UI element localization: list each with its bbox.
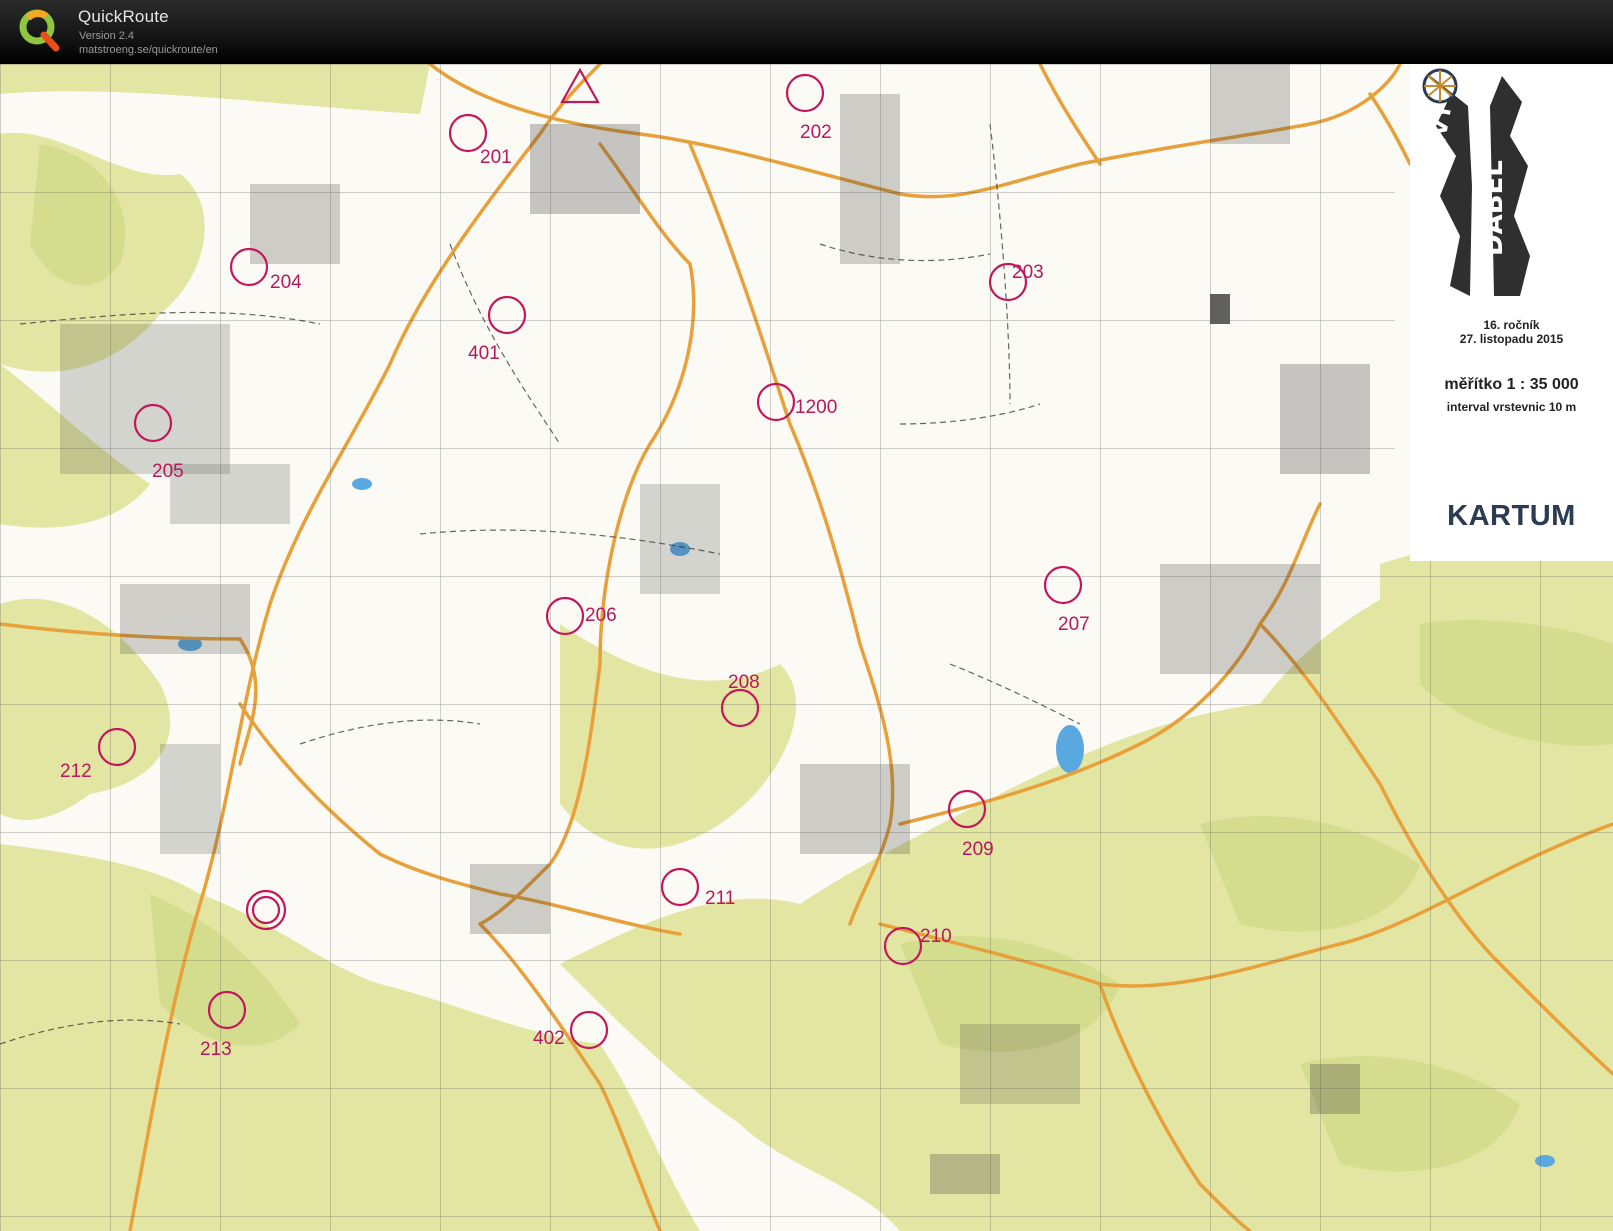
kartum-globe-icon xyxy=(1422,68,1458,104)
control-label-202: 202 xyxy=(800,122,832,143)
control-label-201: 201 xyxy=(480,147,512,168)
app-title-bar: QuickRoute Version 2.4 matstroeng.se/qui… xyxy=(0,0,1613,64)
contour-interval: interval vrstevnic 10 m xyxy=(1446,400,1577,414)
app-version: Version 2.4 xyxy=(79,30,135,42)
quickroute-logo-icon xyxy=(19,9,60,52)
control-label-209: 209 xyxy=(962,839,994,860)
map-legend: MRAZIVÝ ĎÁBEL 16. ročník 27. listopadu 2… xyxy=(1410,66,1613,561)
control-label-204: 204 xyxy=(270,272,302,293)
control-label-401: 401 xyxy=(468,343,500,364)
map-grid-lower xyxy=(1395,534,1613,1231)
control-label-402: 402 xyxy=(533,1028,565,1049)
control-label-207: 207 xyxy=(1058,614,1090,635)
control-label-205: 205 xyxy=(152,461,184,482)
event-date: 27. listopadu 2015 xyxy=(1459,332,1564,346)
control-label-203: 203 xyxy=(1012,262,1044,283)
app-url: matstroeng.se/quickroute/en xyxy=(79,44,218,56)
control-label-213: 213 xyxy=(200,1039,232,1060)
control-label-210: 210 xyxy=(920,926,952,947)
app-title: QuickRoute xyxy=(78,7,169,26)
control-label-206: 206 xyxy=(585,605,617,626)
map-canvas: 201 202 203 204 205 401 1200 206 207 208 212 209 211… xyxy=(0,64,1613,1231)
map-scale: měřítko 1 : 35 000 xyxy=(1444,376,1579,393)
control-label-212: 212 xyxy=(60,761,92,782)
event-edition: 16. ročník xyxy=(1483,318,1540,332)
control-label-208: 208 xyxy=(728,672,760,693)
control-label-211: 211 xyxy=(705,888,735,909)
orienteering-map[interactable]: 201 202 203 204 205 401 1200 206 207 208 212 209 211… xyxy=(0,64,1613,1231)
event-title-line2: ĎÁBEL xyxy=(1477,160,1509,256)
publisher-name: KARTUM xyxy=(1447,500,1576,532)
control-label-1200: 1200 xyxy=(795,397,837,418)
